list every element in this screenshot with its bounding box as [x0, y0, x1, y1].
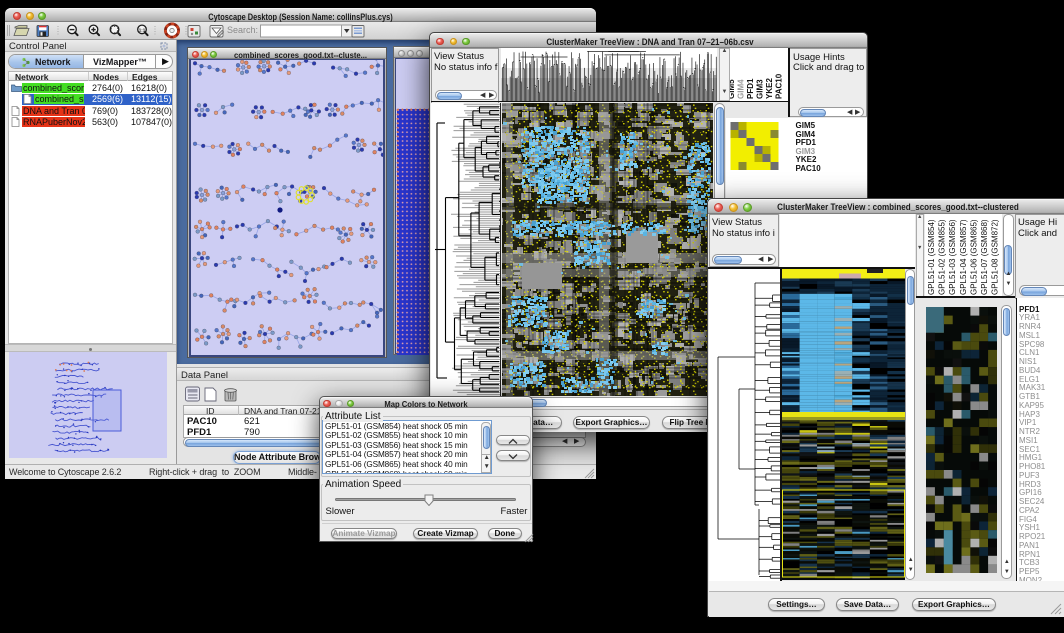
svg-text:GPL51-04 (GSM857): GPL51-04 (GSM857): [958, 219, 967, 295]
svg-text:PFD1: PFD1: [746, 78, 755, 99]
svg-text:GPL51-06 (GSM865): GPL51-06 (GSM865): [969, 219, 978, 295]
svg-text:GPL51-01 (GSM854): GPL51-01 (GSM854): [927, 219, 936, 295]
svg-text:Search:: Search:: [227, 25, 258, 35]
svg-text:GIM3: GIM3: [756, 79, 765, 99]
svg-text:PAC10: PAC10: [775, 73, 784, 99]
svg-text:GPL51-03 (GSM856): GPL51-03 (GSM856): [948, 219, 957, 295]
svg-text:GPL51-07 (GSM868): GPL51-07 (GSM868): [980, 219, 989, 295]
svg-text:GIM5: GIM5: [730, 79, 736, 99]
svg-text:GIM4: GIM4: [737, 79, 746, 99]
svg-text:1:1: 1:1: [139, 28, 146, 33]
svg-text:GPL51-08 (GSM872): GPL51-08 (GSM872): [990, 219, 999, 295]
svg-text:GPL51-02 (GSM855): GPL51-02 (GSM855): [937, 219, 946, 295]
svg-text:YKE2: YKE2: [765, 78, 774, 99]
